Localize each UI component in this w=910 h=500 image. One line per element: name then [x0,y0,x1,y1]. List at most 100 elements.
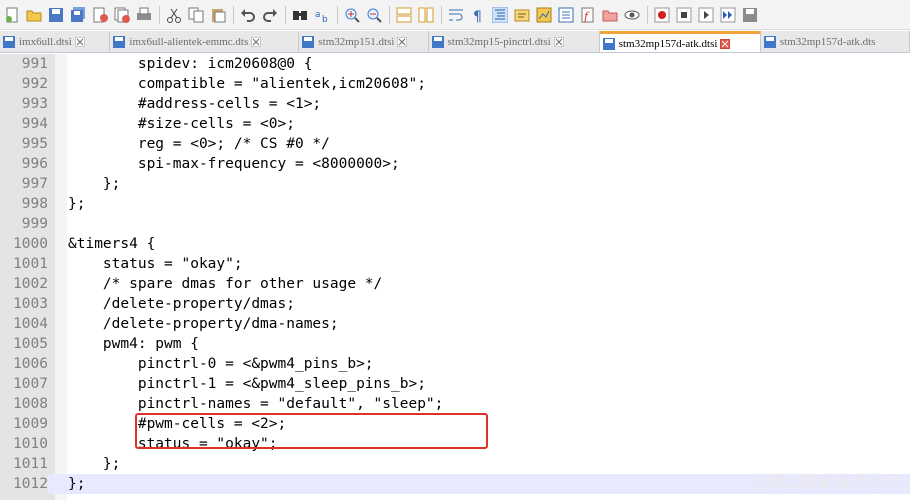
user-defined-lang-icon[interactable] [513,6,531,24]
close-tab-icon[interactable] [397,36,408,47]
toolbar: ab ¶ f [0,0,910,30]
code-text: reg = <0>; /* CS #0 */ [68,136,330,152]
zoom-in-icon[interactable] [343,6,361,24]
cut-icon[interactable] [165,6,183,24]
replace-icon[interactable]: ab [313,6,331,24]
line-number: 991 [21,56,48,72]
close-tab-icon[interactable] [720,38,731,49]
code-text: }; [68,476,86,492]
code-text: pinctrl-names = "default", "sleep"; [68,396,444,412]
code-line: 1004 /delete-property/dma-names; [0,314,910,334]
monitor-icon[interactable] [623,6,641,24]
save-macro-icon[interactable] [741,6,759,24]
indent-guide-icon[interactable] [491,6,509,24]
tab-stm32mp157d-atk-dts[interactable]: stm32mp157d-atk.dts [760,31,910,52]
save-icon[interactable] [47,6,65,24]
code-text: }; [68,456,121,472]
code-line: 998}; [0,194,910,214]
close-file-icon[interactable] [91,6,109,24]
close-tab-icon[interactable] [251,36,262,47]
line-number: 996 [21,156,48,172]
show-all-chars-icon[interactable]: ¶ [469,6,487,24]
code-line: 997 }; [0,174,910,194]
line-number: 1008 [13,396,48,412]
print-icon[interactable] [135,6,153,24]
code-line: 1003 /delete-property/dmas; [0,294,910,314]
saved-file-icon [302,35,315,48]
code-line: 1008 pinctrl-names = "default", "sleep"; [0,394,910,414]
line-number: 993 [21,96,48,112]
toolbar-separator [389,5,390,24]
sync-horizontal-icon[interactable] [417,6,435,24]
tab-label: stm32mp151.dtsi [318,35,395,48]
code-text: }; [68,176,121,192]
svg-text:a: a [315,10,321,20]
tab-stm32mp157d-atk-dtsi[interactable]: stm32mp157d-atk.dtsi [599,31,761,52]
copy-icon[interactable] [187,6,205,24]
toolbar-separator [647,5,648,24]
new-file-icon[interactable] [3,6,21,24]
close-tab-icon[interactable] [553,36,564,47]
tab-imx6ull-alientek-emmc-dts[interactable]: imx6ull-alientek-emmc.dts [110,31,300,52]
code-line: 1001 status = "okay"; [0,254,910,274]
saved-file-icon [602,37,615,50]
folder-icon[interactable] [601,6,619,24]
toolbar-separator [233,5,234,24]
code-text: spi-max-frequency = <8000000>; [68,156,400,172]
line-number: 1006 [13,356,48,372]
line-number: 995 [21,136,48,152]
code-text: pwm4: pwm { [68,336,199,352]
save-all-icon[interactable] [69,6,87,24]
code-text: &timers4 { [68,236,156,252]
line-number: 992 [21,76,48,92]
undo-icon[interactable] [239,6,257,24]
line-number: 1002 [13,276,48,292]
code-text: pinctrl-0 = <&pwm4_pins_b>; [68,356,374,372]
line-number: 1009 [13,416,48,432]
code-line: 1002 /* spare dmas for other usage */ [0,274,910,294]
tab-label: stm32mp157d-atk.dts [779,35,876,48]
code-line: 993 #address-cells = <1>; [0,94,910,114]
code-text: pinctrl-1 = <&pwm4_sleep_pins_b>; [68,376,426,392]
line-number: 1000 [13,236,48,252]
zoom-out-icon[interactable] [365,6,383,24]
line-number: 994 [21,116,48,132]
code-text: #size-cells = <0>; [68,116,295,132]
code-text: }; [68,196,86,212]
code-line: 1007 pinctrl-1 = <&pwm4_sleep_pins_b>; [0,374,910,394]
find-icon[interactable] [291,6,309,24]
tab-imx6ull-dtsi[interactable]: imx6ull.dtsi [0,31,111,52]
toolbar-separator [285,5,286,24]
code-line: 1005 pwm4: pwm { [0,334,910,354]
record-macro-icon[interactable] [653,6,671,24]
redo-icon[interactable] [261,6,279,24]
code-text: /delete-property/dma-names; [68,316,339,332]
open-file-icon[interactable] [25,6,43,24]
code-text: /delete-property/dmas; [68,296,295,312]
saved-file-icon [3,35,15,48]
run-macro-multiple-icon[interactable] [719,6,737,24]
highlight-box [135,413,488,449]
watermark: @稀土掘金技术社区 [751,472,900,491]
play-macro-icon[interactable] [697,6,715,24]
doc-map-icon[interactable] [535,6,553,24]
line-number: 999 [21,216,48,232]
close-all-icon[interactable] [113,6,131,24]
close-tab-icon[interactable] [74,36,85,47]
sync-vertical-icon[interactable] [395,6,413,24]
stop-record-icon[interactable] [675,6,693,24]
saved-file-icon [763,35,776,48]
function-list-icon[interactable] [557,6,575,24]
word-wrap-icon[interactable] [447,6,465,24]
paste-icon[interactable] [209,6,227,24]
code-editor[interactable]: 991 spidev: icm20608@0 { 992 compatible … [0,54,910,500]
code-line: 992 compatible = "alientek,icm20608"; [0,74,910,94]
folder-workspace-icon[interactable]: f [579,6,597,24]
line-number: 1005 [13,336,48,352]
tab-label: imx6ull-alientek-emmc.dts [129,35,249,48]
tab-stm32mp151-dtsi[interactable]: stm32mp151.dtsi [299,31,429,52]
code-line: 999 [0,214,910,234]
tab-stm32mp15-pinctrl-dtsi[interactable]: stm32mp15-pinctrl.dtsi [428,31,600,52]
code-text: spidev: icm20608@0 { [68,56,313,72]
saved-file-icon [431,35,444,48]
